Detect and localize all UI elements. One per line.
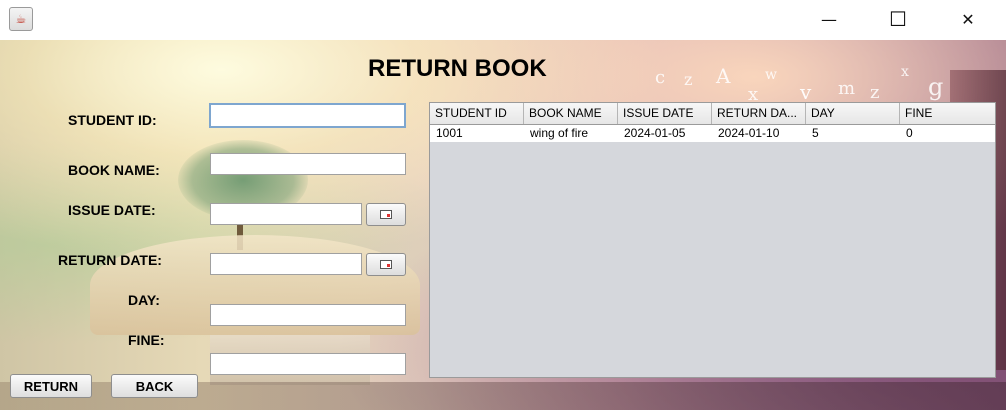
day-label: DAY: <box>128 292 160 308</box>
student-id-input[interactable] <box>209 103 406 128</box>
calendar-icon <box>380 260 392 269</box>
fine-label: FINE: <box>128 332 165 348</box>
calendar-icon <box>380 210 392 219</box>
title-bar: ☕ — ☐ ✕ <box>0 0 1006 40</box>
return-date-picker-button[interactable] <box>366 253 406 276</box>
issue-date-input[interactable] <box>210 203 362 225</box>
bg-letter: v <box>800 80 812 104</box>
bg-letter: z <box>684 70 693 89</box>
minimize-button[interactable]: — <box>806 0 852 38</box>
cell-fine[interactable]: 0 <box>900 125 995 142</box>
maximize-button[interactable]: ☐ <box>875 0 921 38</box>
bg-letter: z <box>870 82 880 103</box>
bg-letter: A <box>716 64 731 88</box>
column-header-fine[interactable]: FINE <box>900 103 995 124</box>
return-date-input[interactable] <box>210 253 362 275</box>
cell-issue-date[interactable]: 2024-01-05 <box>618 125 712 142</box>
java-cup-icon[interactable]: ☕ <box>9 7 33 31</box>
column-header-return-date[interactable]: RETURN DA... <box>712 103 806 124</box>
close-button[interactable]: ✕ <box>945 0 991 38</box>
main-content: c z A w x v m z x g RETURN BOOK STUDENT … <box>0 40 1006 410</box>
student-id-label: STUDENT ID: <box>68 112 157 128</box>
bg-letter: g <box>928 73 944 101</box>
cell-return-date[interactable]: 2024-01-10 <box>712 125 806 142</box>
close-icon: ✕ <box>961 9 975 29</box>
issue-date-picker-button[interactable] <box>366 203 406 226</box>
bg-letter: w <box>765 67 777 83</box>
column-header-book-name[interactable]: BOOK NAME <box>524 103 618 124</box>
book-name-input[interactable] <box>210 153 406 175</box>
book-name-label: BOOK NAME: <box>68 162 160 178</box>
cell-student-id[interactable]: 1001 <box>430 125 524 142</box>
column-header-issue-date[interactable]: ISSUE DATE <box>618 103 712 124</box>
fine-input[interactable] <box>210 353 406 375</box>
column-header-student-id[interactable]: STUDENT ID <box>430 103 524 124</box>
page-title: RETURN BOOK <box>368 55 547 82</box>
issue-date-label: ISSUE DATE: <box>68 202 156 218</box>
return-date-label: RETURN DATE: <box>58 252 162 268</box>
return-button[interactable]: RETURN <box>10 374 92 398</box>
table-row[interactable]: 1001 wing of fire 2024-01-05 2024-01-10 … <box>430 125 995 142</box>
bg-letter: m <box>838 78 856 99</box>
bg-letter: x <box>901 64 909 80</box>
table-header: STUDENT ID BOOK NAME ISSUE DATE RETURN D… <box>430 103 995 125</box>
minimize-icon: — <box>821 9 837 29</box>
cell-day[interactable]: 5 <box>806 125 900 142</box>
maximize-icon: ☐ <box>889 7 907 31</box>
bg-letter: c <box>655 67 666 88</box>
records-table[interactable]: STUDENT ID BOOK NAME ISSUE DATE RETURN D… <box>429 102 996 378</box>
column-header-day[interactable]: DAY <box>806 103 900 124</box>
back-button[interactable]: BACK <box>111 374 198 398</box>
cell-book-name[interactable]: wing of fire <box>524 125 618 142</box>
day-input[interactable] <box>210 304 406 326</box>
